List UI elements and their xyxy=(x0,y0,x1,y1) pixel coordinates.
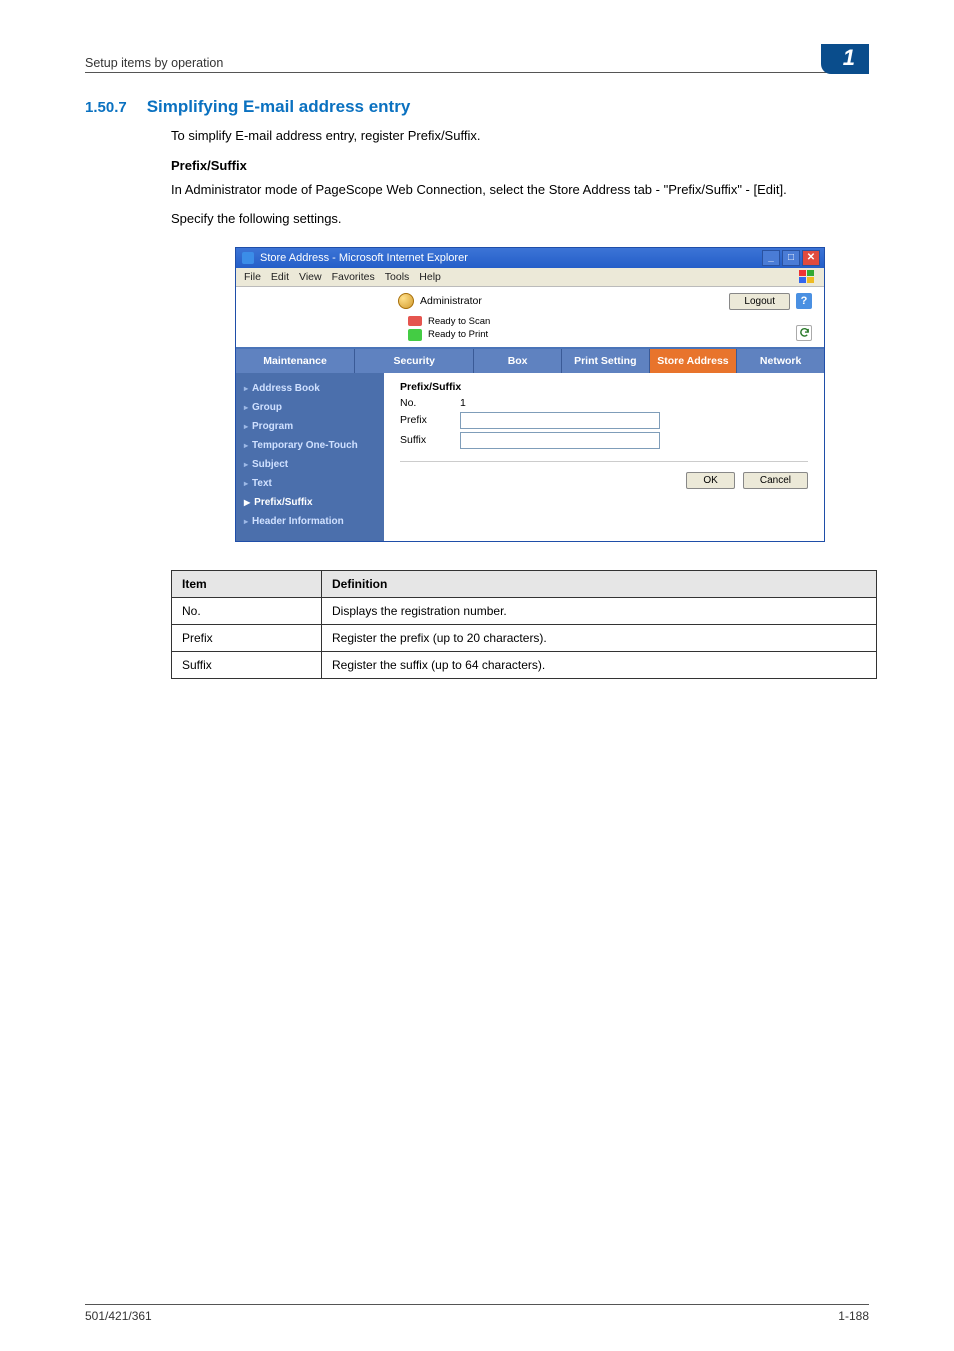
sidebar-item-temporary-one-touch[interactable]: Temporary One-Touch xyxy=(240,436,380,455)
menu-file[interactable]: File xyxy=(244,271,261,283)
paragraph-2: Specify the following settings. xyxy=(171,210,869,229)
menu-favorites[interactable]: Favorites xyxy=(332,271,375,283)
menu-edit[interactable]: Edit xyxy=(271,271,289,283)
sub-heading: Prefix/Suffix xyxy=(171,158,869,173)
menu-bar: File Edit View Favorites Tools Help xyxy=(236,268,824,287)
tab-box[interactable]: Box xyxy=(474,349,562,373)
sidebar-item-address-book[interactable]: Address Book xyxy=(240,379,380,398)
cell-def: Register the prefix (up to 20 characters… xyxy=(322,624,877,651)
cell-item: No. xyxy=(172,597,322,624)
label-suffix: Suffix xyxy=(400,434,460,446)
label-prefix: Prefix xyxy=(400,414,460,426)
intro-text: To simplify E-mail address entry, regist… xyxy=(171,127,869,146)
tab-bar: Maintenance Security Box Print Setting S… xyxy=(236,347,824,373)
prefix-input[interactable] xyxy=(460,412,660,429)
refresh-button[interactable] xyxy=(796,325,812,341)
page-footer: 501/421/361 1-188 xyxy=(85,1304,869,1323)
table-row: No. Displays the registration number. xyxy=(172,597,877,624)
paragraph-1: In Administrator mode of PageScope Web C… xyxy=(171,181,869,200)
tab-maintenance[interactable]: Maintenance xyxy=(236,349,355,373)
menu-view[interactable]: View xyxy=(299,271,322,283)
footer-left: 501/421/361 xyxy=(85,1309,152,1323)
sidebar-item-prefix-suffix[interactable]: Prefix/Suffix xyxy=(240,493,380,512)
minimize-button[interactable]: _ xyxy=(762,250,780,266)
maximize-button[interactable]: □ xyxy=(782,250,800,266)
menu-tools[interactable]: Tools xyxy=(385,271,410,283)
cell-item: Prefix xyxy=(172,624,322,651)
window-titlebar: Store Address - Microsoft Internet Explo… xyxy=(236,248,824,268)
suffix-input[interactable] xyxy=(460,432,660,449)
sidebar-item-subject[interactable]: Subject xyxy=(240,455,380,474)
ie-logo-icon xyxy=(242,252,254,264)
breadcrumb: Setup items by operation xyxy=(85,56,223,70)
page-header: Setup items by operation 1 xyxy=(85,40,869,73)
tab-network[interactable]: Network xyxy=(737,349,824,373)
sidebar: Address Book Group Program Temporary One… xyxy=(236,373,384,541)
administrator-label: Administrator xyxy=(420,295,482,307)
sidebar-item-group[interactable]: Group xyxy=(240,398,380,417)
form-area: Prefix/Suffix No. 1 Prefix Suffix OK Can… xyxy=(384,373,824,541)
label-no: No. xyxy=(400,397,460,409)
form-heading: Prefix/Suffix xyxy=(400,381,808,393)
cell-def: Displays the registration number. xyxy=(322,597,877,624)
definition-table: Item Definition No. Displays the registr… xyxy=(171,570,877,679)
sidebar-item-text[interactable]: Text xyxy=(240,474,380,493)
cell-def: Register the suffix (up to 64 characters… xyxy=(322,651,877,678)
print-status-icon xyxy=(408,329,422,341)
tab-security[interactable]: Security xyxy=(355,349,474,373)
table-row: Prefix Register the prefix (up to 20 cha… xyxy=(172,624,877,651)
footer-right: 1-188 xyxy=(838,1309,869,1323)
cancel-button[interactable]: Cancel xyxy=(743,472,808,489)
th-definition: Definition xyxy=(322,570,877,597)
scan-status-icon xyxy=(408,316,422,326)
sidebar-item-header-information[interactable]: Header Information xyxy=(240,512,380,531)
ok-button[interactable]: OK xyxy=(686,472,734,489)
close-button[interactable]: ✕ xyxy=(802,250,820,266)
value-no: 1 xyxy=(460,397,660,409)
th-item: Item xyxy=(172,570,322,597)
section-title: Simplifying E-mail address entry xyxy=(147,97,411,117)
sidebar-item-program[interactable]: Program xyxy=(240,417,380,436)
administrator-icon xyxy=(398,293,414,309)
table-row: Suffix Register the suffix (up to 64 cha… xyxy=(172,651,877,678)
chapter-badge: 1 xyxy=(821,44,869,74)
section-heading: 1.50.7 Simplifying E-mail address entry xyxy=(85,97,869,117)
logout-button[interactable]: Logout xyxy=(729,293,790,310)
print-status-label: Ready to Print xyxy=(428,329,488,340)
tab-print-setting[interactable]: Print Setting xyxy=(562,349,650,373)
tab-store-address[interactable]: Store Address xyxy=(650,349,738,373)
browser-window: Store Address - Microsoft Internet Explo… xyxy=(235,247,825,542)
cell-item: Suffix xyxy=(172,651,322,678)
window-title: Store Address - Microsoft Internet Explo… xyxy=(260,252,468,264)
divider xyxy=(400,461,808,462)
menu-help[interactable]: Help xyxy=(419,271,441,283)
section-number: 1.50.7 xyxy=(85,99,127,116)
windows-flag-icon xyxy=(798,270,816,284)
help-button[interactable]: ? xyxy=(796,293,812,309)
scan-status-label: Ready to Scan xyxy=(428,316,490,327)
